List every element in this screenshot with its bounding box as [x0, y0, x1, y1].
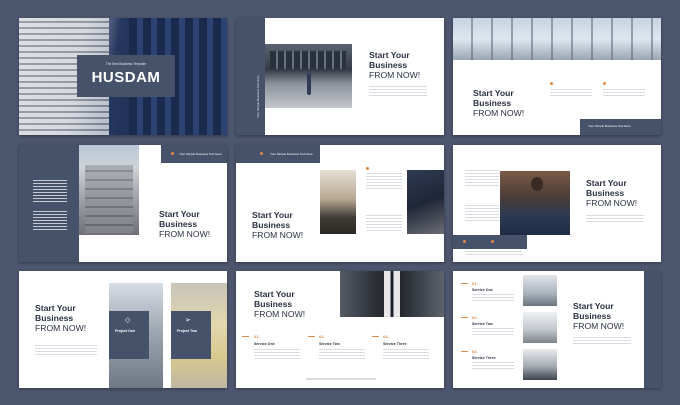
phone-photo — [407, 170, 444, 234]
cover-title: HUSDAM — [91, 69, 161, 86]
slide-thumbnail-1[interactable]: The Best Business Template HUSDAM — [19, 18, 227, 135]
project-one-label: Project One — [115, 329, 136, 333]
heading: Start Your Business FROM NOW! — [573, 301, 625, 331]
service-one-label: Service One — [472, 288, 493, 292]
paper-plane-icon: ➢ — [185, 317, 191, 324]
slide-thumbnail-9[interactable]: 01. Service One 02. Service Two 03. Serv… — [453, 271, 661, 388]
slide-thumbnail-7[interactable]: Start Your Business FROM NOW! ◇ Project On… — [19, 271, 227, 388]
orange-dot — [550, 82, 553, 85]
office-photo-2 — [523, 312, 557, 343]
diamond-icon: ◇ — [125, 317, 131, 324]
heading: Start Your Business FROM NOW! — [35, 303, 87, 333]
slide-thumbnail-3[interactable]: Start Your Business FROM NOW! Your Simple … — [453, 18, 661, 135]
right-bar — [644, 271, 661, 388]
heading: Start Your Business FROM NOW! — [586, 178, 638, 208]
project-two-card — [171, 311, 211, 359]
heading: Start Your Business FROM NOW! — [252, 210, 304, 240]
service-three-label: Service Three — [472, 356, 496, 360]
cover-tagline: The Best Business Template — [105, 62, 147, 66]
left-panel — [19, 145, 79, 262]
businessman-photo — [320, 170, 356, 234]
service-one-label: Service One — [254, 342, 275, 346]
slide-thumbnail-6[interactable]: Start Your Business FROM NOW! — [453, 145, 661, 262]
slide-thumbnail-5[interactable]: Your Simple Business Text Here Start You… — [236, 145, 444, 262]
project-two-label: Project Two — [177, 329, 198, 333]
orange-dot — [603, 82, 606, 85]
slide-thumbnail-8[interactable]: Start Your Business FROM NOW! 01. Service … — [236, 271, 444, 388]
heading: Start Your Business FROM NOW! — [369, 50, 421, 80]
service-two-label: Service Two — [472, 322, 493, 326]
heading: Start Your Business FROM NOW! — [473, 88, 525, 118]
heading: Start Your Business FROM NOW! — [159, 209, 211, 239]
office-photo-1 — [523, 275, 557, 306]
heading: Start Your Business FROM NOW! — [254, 289, 306, 319]
slide-thumbnail-4[interactable]: Your Simple Business Text Here Start You… — [19, 145, 227, 262]
service-three-label: Service Three — [383, 342, 407, 346]
office-photo-3 — [523, 349, 557, 380]
side-vertical-text: Your Simple Business Text Here — [256, 75, 260, 118]
service-two-label: Service Two — [319, 342, 340, 346]
slide-thumbnail-2[interactable]: Your Simple Business Text Here Start You… — [236, 18, 444, 135]
side-bar — [236, 18, 265, 135]
